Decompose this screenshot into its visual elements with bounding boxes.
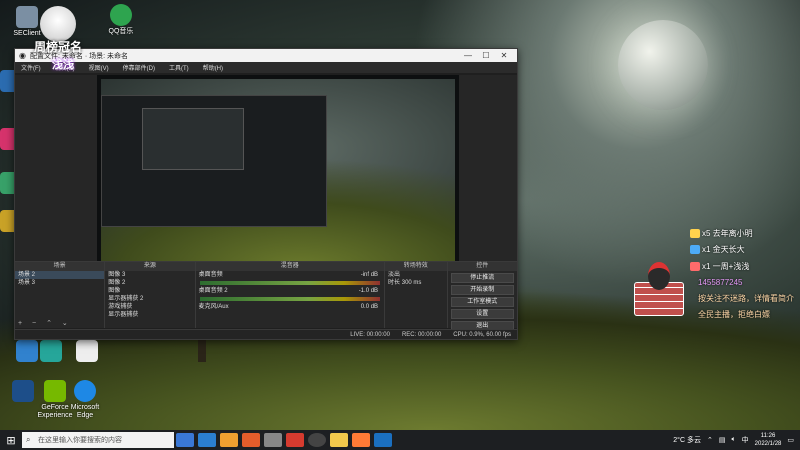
start-recording-button[interactable]: 开始录制 xyxy=(450,285,514,295)
app-taskbar-icon[interactable] xyxy=(286,433,304,447)
weather-widget[interactable]: 2°C 多云 xyxy=(673,435,701,445)
document-icon xyxy=(76,340,98,362)
volume-meter[interactable] xyxy=(199,297,381,301)
stop-streaming-button[interactable]: 停止推流 xyxy=(450,273,514,283)
live-timer: LIVE: 00:00:00 xyxy=(350,331,390,338)
scenes-dock: 场景 场景 2 场景 3 + − ⌃ ⌄ xyxy=(15,262,106,328)
menu-file[interactable]: 文件(F) xyxy=(21,63,41,72)
volume-icon[interactable]: 🔈︎ xyxy=(731,436,735,444)
scenes-toolbar[interactable]: + − ⌃ ⌄ xyxy=(18,319,72,327)
tray-chevron-icon[interactable]: ⌃ xyxy=(707,436,713,444)
preview-margin-right xyxy=(459,75,517,277)
rec-timer: REC: 00:00:00 xyxy=(401,331,442,338)
chat-line: 1455877245 xyxy=(698,278,743,287)
mixer-dock: 混音器 桌面音频 -inf dB 桌面音频 2 -1.0 dB 麦克风/Aux … xyxy=(195,262,386,328)
app-taskbar-icon[interactable] xyxy=(330,433,348,447)
mascot-head xyxy=(648,262,670,290)
settings-button[interactable]: 设置 xyxy=(450,309,514,319)
obs-preview[interactable] xyxy=(97,75,459,277)
overlay-streamer-sub: 浅浅 xyxy=(52,59,74,71)
mixer-channel-name: 麦克风/Aux 0.0 dB xyxy=(198,304,379,310)
gift-icon xyxy=(690,245,700,255)
notification-icon[interactable]: ▭ xyxy=(787,436,794,444)
desktop-icon-row1-c[interactable] xyxy=(64,340,110,364)
firefox-icon[interactable] xyxy=(242,433,260,447)
app-icon xyxy=(40,340,62,362)
desktop-icon-edge[interactable]: Microsoft Edge xyxy=(62,380,108,420)
ime-indicator[interactable]: 中 xyxy=(742,435,749,445)
chat-line: x5 去年离小明 xyxy=(690,228,800,239)
edge-taskbar-icon[interactable] xyxy=(198,433,216,447)
taskbar-clock[interactable]: 11:26 2022/1/28 xyxy=(755,432,782,448)
source-item[interactable]: 图像 xyxy=(105,287,194,295)
menu-tools[interactable]: 工具(T) xyxy=(169,63,189,72)
menu-view[interactable]: 视图(V) xyxy=(89,63,109,72)
source-item[interactable]: 图像 3 xyxy=(105,271,194,279)
system-tray: 2°C 多云 ⌃ ▤ 🔈︎ 中 11:26 2022/1/28 ▭ xyxy=(673,432,800,448)
chat-line: x1 金天长大 xyxy=(690,244,800,255)
preview-nested-obs xyxy=(101,95,327,227)
file-explorer-icon[interactable] xyxy=(220,433,238,447)
preview-margin-left xyxy=(15,75,97,277)
scenes-header: 场景 xyxy=(15,262,105,271)
controls-dock: 控件 停止推流 开始录制 工作室模式 设置 退出 xyxy=(447,262,517,331)
obs-statusbar: LIVE: 00:00:00 REC: 00:00:00 CPU: 0.9%, … xyxy=(15,329,517,339)
overlay-streamer-name: 周榜冠名 xyxy=(34,40,83,54)
app-taskbar-icon[interactable] xyxy=(352,433,370,447)
transition-type-select[interactable]: 淡出 xyxy=(385,271,447,279)
obs-menubar: 文件(F) 编辑(E) 视图(V) 停靠部件(D) 工具(T) 帮助(H) xyxy=(15,62,517,73)
chat-line: x1 一周+浅浅 xyxy=(690,261,800,272)
source-item[interactable]: 显示器捕获 xyxy=(105,311,194,319)
chat-line: 全民主播，拒绝白嫖 xyxy=(698,310,770,319)
gift-icon xyxy=(690,262,700,272)
scene-item[interactable]: 场景 3 xyxy=(15,279,104,287)
taskbar-search-box[interactable]: ⌕ 在这里输入你要搜索的内容 xyxy=(22,432,174,448)
transitions-dock: 转场特效 淡出 时长 300 ms xyxy=(385,262,448,328)
obs-titlebar[interactable]: ◉ 配置文件: 未命名 · 场景: 未命名 — ☐ ✕ xyxy=(15,49,517,62)
qqmusic-icon xyxy=(110,4,132,26)
obs-window-title: 配置文件: 未命名 · 场景: 未命名 xyxy=(29,52,128,60)
source-item[interactable]: 游戏捕获 xyxy=(105,303,194,311)
start-button[interactable]: ⊞ xyxy=(0,434,22,447)
preview-nested-obs-2 xyxy=(142,108,244,170)
mixer-channel-name: 桌面音频 -inf dB xyxy=(198,272,379,278)
chat-line: 按关注不迷路，详情看简介 xyxy=(698,294,794,303)
controls-header: 控件 xyxy=(447,262,517,271)
network-icon[interactable]: ▤ xyxy=(719,436,726,444)
studio-mode-button[interactable]: 工作室模式 xyxy=(450,297,514,307)
moon-large xyxy=(618,20,708,110)
app-taskbar-icon[interactable] xyxy=(264,433,282,447)
minimize-icon[interactable]: — xyxy=(459,51,477,60)
obs-taskbar-icon[interactable] xyxy=(308,433,326,447)
cpu-fps: CPU: 0.9%, 60.00 fps xyxy=(453,331,511,338)
obs-window[interactable]: ◉ 配置文件: 未命名 · 场景: 未命名 — ☐ ✕ 文件(F) 编辑(E) … xyxy=(14,48,518,340)
steam-icon[interactable] xyxy=(374,433,392,447)
source-item[interactable]: 图像 2 xyxy=(105,279,194,287)
desktop-icon-qqmusic[interactable]: QQ音乐 xyxy=(98,4,144,36)
source-item[interactable]: 显示器捕获 2 xyxy=(105,295,194,303)
maximize-icon[interactable]: ☐ xyxy=(477,51,495,60)
scene-item[interactable]: 场景 2 xyxy=(15,271,105,279)
obs-app-icon: ◉ xyxy=(19,51,26,60)
volume-meter[interactable] xyxy=(199,281,381,285)
mixer-channel-name: 桌面音频 2 -1.0 dB xyxy=(198,288,379,294)
gift-icon xyxy=(690,229,700,239)
sources-dock: 来源 图像 3 图像 2 图像 显示器捕获 2 游戏捕获 显示器捕获 xyxy=(105,262,196,328)
menu-help[interactable]: 帮助(H) xyxy=(203,63,223,72)
streamer-avatar xyxy=(40,6,76,42)
menu-docks[interactable]: 停靠部件(D) xyxy=(123,63,155,72)
mixer-header: 混音器 xyxy=(195,262,385,271)
close-icon[interactable]: ✕ xyxy=(495,51,513,60)
task-view-icon[interactable] xyxy=(176,433,194,447)
windows-taskbar: ⊞ ⌕ 在这里输入你要搜索的内容 2°C 多云 ⌃ ▤ 🔈︎ 中 11:26 2… xyxy=(0,430,800,450)
transitions-header: 转场特效 xyxy=(385,262,447,271)
sources-header: 来源 xyxy=(105,262,195,271)
search-placeholder: 在这里输入你要搜索的内容 xyxy=(38,437,122,444)
edge-icon xyxy=(74,380,96,402)
seclient-icon xyxy=(16,6,38,28)
duration-field[interactable]: 时长 300 ms xyxy=(385,279,447,287)
obs-docks: 场景 场景 2 场景 3 + − ⌃ ⌄ 来源 图像 3 图像 2 图像 显示器… xyxy=(15,261,517,331)
app-icon xyxy=(12,380,34,402)
search-icon: ⌕ xyxy=(26,435,31,444)
